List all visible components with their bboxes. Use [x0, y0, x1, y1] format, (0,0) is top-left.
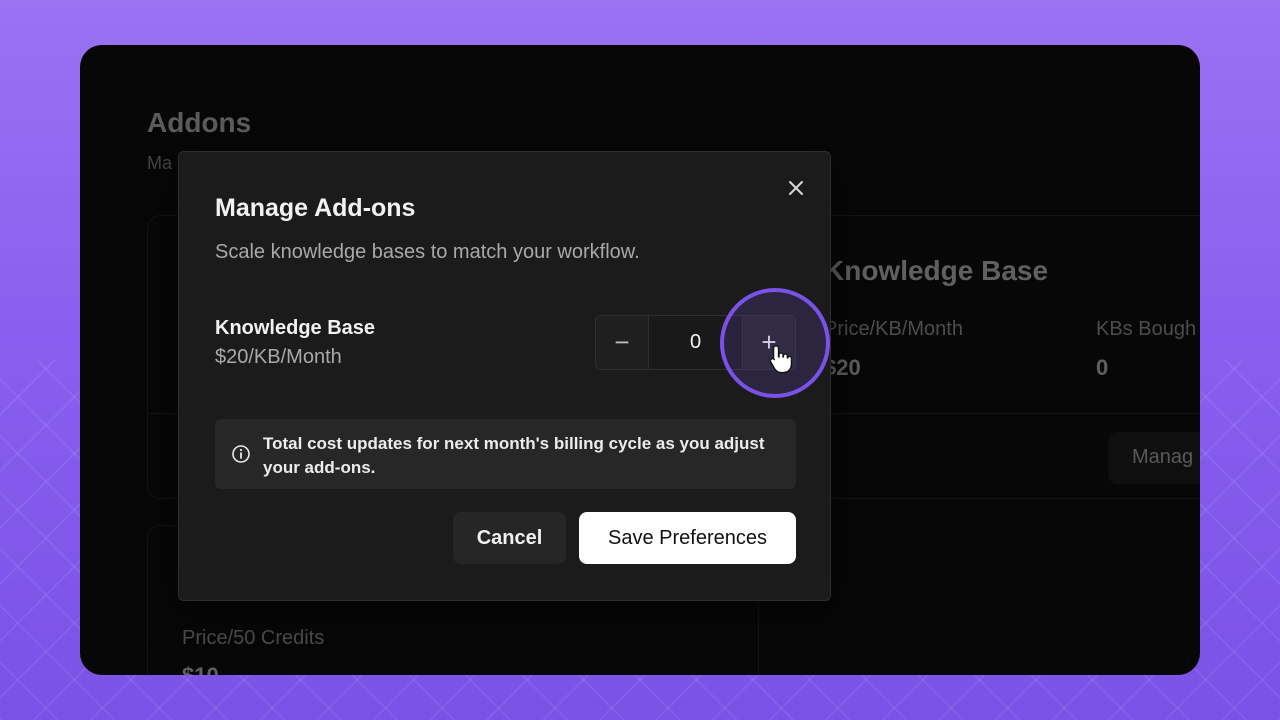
manage-addons-dialog: Manage Add-ons Scale knowledge bases to … — [178, 151, 831, 601]
cancel-button[interactable]: Cancel — [453, 512, 566, 564]
increment-button[interactable]: + — [742, 316, 795, 369]
credits-price-value: $10 — [182, 663, 219, 675]
kbs-bought-label: KBs Bough — [1096, 318, 1197, 340]
decrement-button[interactable]: − — [596, 316, 649, 369]
info-icon — [232, 445, 250, 463]
manage-button[interactable]: Manag — [1108, 432, 1200, 484]
addon-name: Knowledge Base — [215, 317, 376, 339]
page-title: Addons — [147, 107, 252, 138]
info-banner: Total cost updates for next month's bill… — [215, 419, 796, 489]
kbs-bought-value: 0 — [1096, 355, 1109, 380]
dialog-subtitle: Scale knowledge bases to match your work… — [215, 241, 640, 263]
price-label: Price/KB/Month — [824, 318, 963, 340]
save-preferences-button[interactable]: Save Preferences — [579, 512, 796, 564]
page-subtitle: Ma — [147, 153, 173, 173]
credits-price-label: Price/50 Credits — [182, 627, 325, 649]
quantity-stepper: − 0 + — [595, 315, 796, 370]
close-icon[interactable] — [784, 176, 808, 200]
dialog-title: Manage Add-ons — [215, 194, 416, 222]
addon-price: $20/KB/Month — [215, 346, 342, 368]
quantity-value[interactable]: 0 — [649, 316, 742, 369]
knowledge-base-card-title: Knowledge Base — [824, 255, 1049, 286]
info-text: Total cost updates for next month's bill… — [263, 434, 765, 477]
